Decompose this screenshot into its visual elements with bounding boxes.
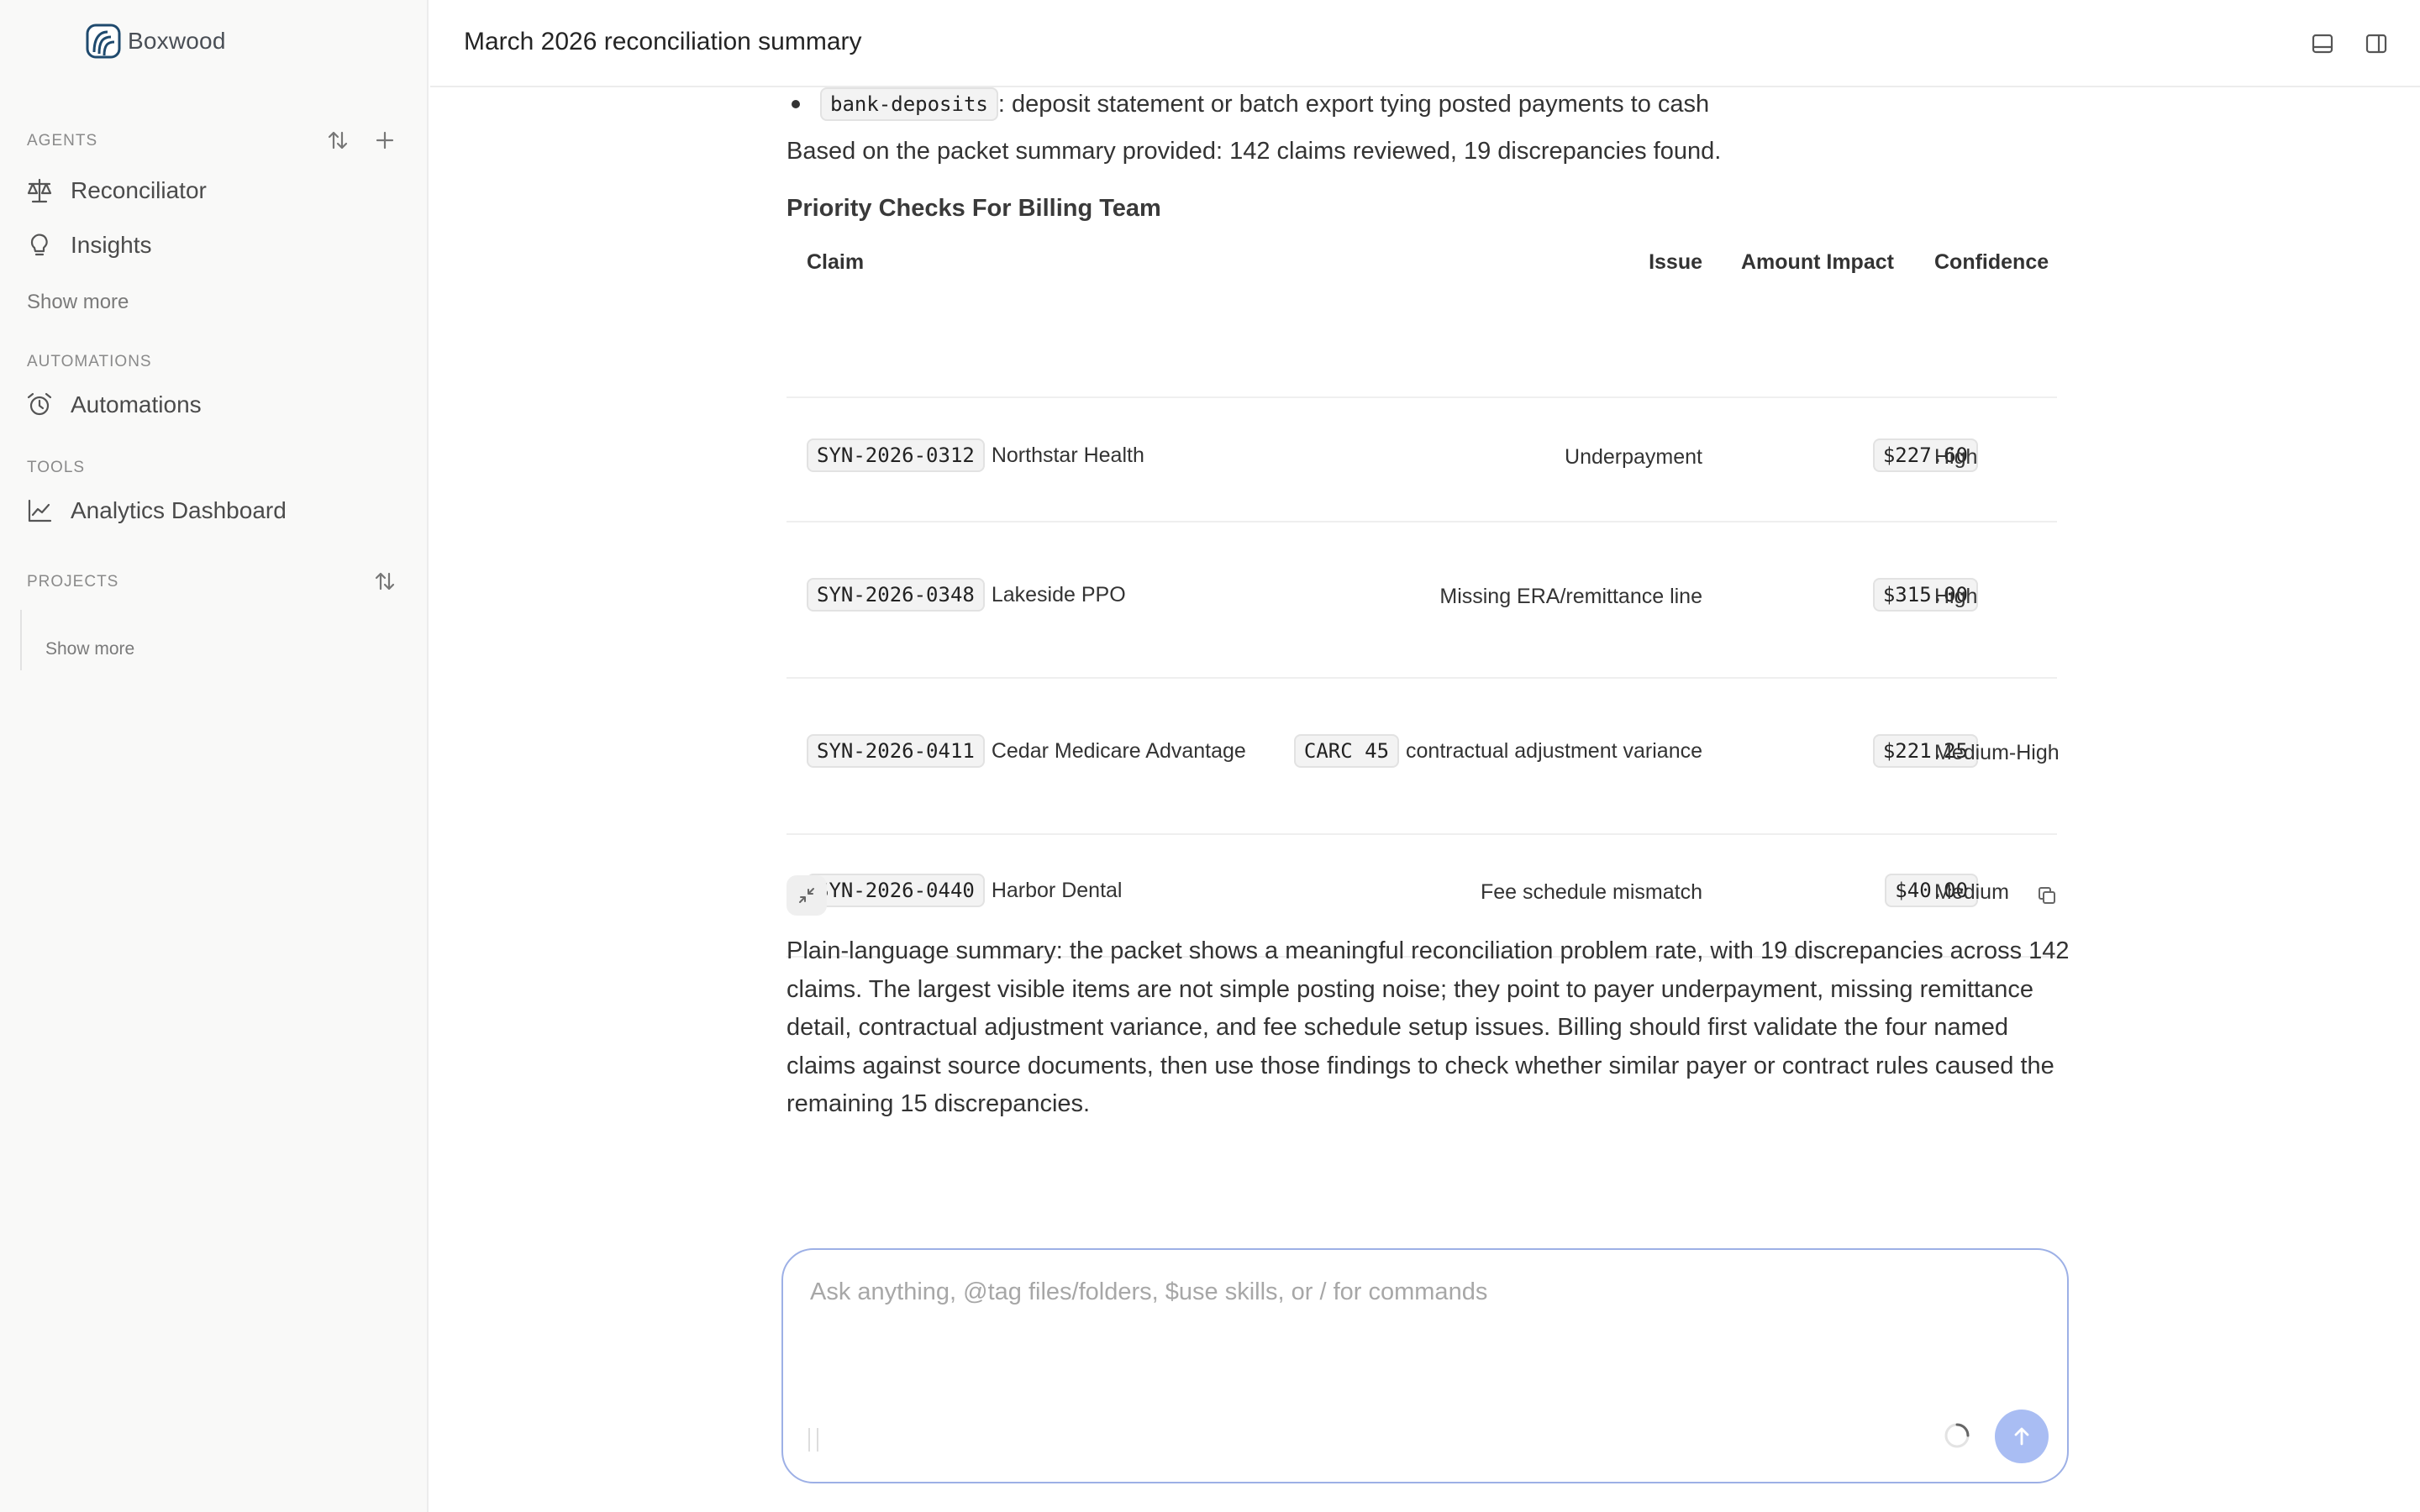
collapse-icon (799, 888, 814, 903)
inline-code: bank-deposits (820, 87, 998, 121)
boxwood-logo-icon (86, 24, 121, 59)
agents-show-more-link[interactable]: Show more (27, 291, 129, 314)
row-divider (786, 833, 2057, 835)
sort-agents-button[interactable] (324, 126, 352, 155)
issue-cell: Fee schedule mismatch (1375, 880, 1702, 905)
column-header-confidence: Confidence (1934, 250, 2049, 274)
sort-icon (375, 572, 395, 591)
row-divider (786, 677, 2057, 679)
list-item: bank-deposits : deposit statement or bat… (786, 87, 1709, 121)
claim-id: SYN-2026-0440 (807, 874, 985, 907)
sidebar-item-label: Analytics Dashboard (71, 497, 287, 523)
issue-code: CARC 45 (1293, 734, 1400, 768)
side-panel-icon (2365, 34, 2387, 54)
sidebar-item-label: Insights (71, 232, 152, 258)
page-title: March 2026 reconciliation summary (464, 28, 862, 55)
projects-tree-line (20, 610, 22, 670)
priority-table: Claim Issue Amount Impact Confidence SYN… (786, 244, 2064, 958)
app-name: Boxwood (128, 28, 226, 54)
issue-text: Fee schedule mismatch (1480, 880, 1702, 904)
collapse-table-button[interactable] (786, 875, 827, 916)
claim-cell: SYN-2026-0348 Lakeside PPO (807, 578, 1126, 612)
sidebar: Boxwood AGENTS Reconciliator Insights Sh… (0, 0, 429, 1512)
claim-cell: SYN-2026-0440 Harbor Dental (807, 874, 1122, 907)
payer-name: Cedar Medicare Advantage (991, 738, 1246, 763)
issue-text: Underpayment (1565, 445, 1702, 469)
list-item-text: : deposit statement or batch export tyin… (997, 90, 1710, 118)
sort-icon (328, 131, 348, 150)
add-agent-button[interactable] (371, 126, 399, 155)
sidebar-item-reconciliator[interactable]: Reconciliator (25, 176, 207, 205)
toggle-side-panel-button[interactable] (2361, 29, 2391, 59)
claim-id: SYN-2026-0312 (807, 438, 985, 472)
sidebar-item-label: Automations (71, 391, 202, 417)
copy-icon (2039, 887, 2055, 904)
confidence-cell: High (1934, 445, 1978, 469)
bullet-marker (792, 100, 800, 108)
payer-name: Harbor Dental (991, 878, 1123, 902)
composer (781, 1248, 2069, 1483)
sidebar-item-automations[interactable]: Automations (25, 391, 202, 419)
claim-cell: SYN-2026-0411 Cedar Medicare Advantage (807, 734, 1246, 768)
brand[interactable]: Boxwood (86, 24, 226, 59)
issue-cell: Missing ERA/remittance line (1375, 585, 1702, 609)
send-button[interactable] (1995, 1410, 2049, 1463)
plus-icon (376, 131, 394, 150)
sidebar-item-label: Reconciliator (71, 177, 207, 203)
column-header-claim: Claim (807, 250, 865, 274)
issue-text: contractual adjustment variance (1406, 738, 1702, 763)
arrow-up-icon (2014, 1427, 2029, 1446)
issue-text: Missing ERA/remittance line (1439, 585, 1702, 608)
payer-name: Lakeside PPO (991, 582, 1126, 606)
composer-input[interactable] (810, 1278, 2037, 1306)
agents-section-label: AGENTS (27, 132, 98, 150)
tools-section-label: TOOLS (27, 459, 86, 476)
section-heading: Priority Checks For Billing Team (786, 195, 1161, 222)
copy-table-button[interactable] (2033, 882, 2060, 909)
line-chart-icon (28, 499, 52, 522)
payer-name: Northstar Health (991, 443, 1144, 467)
sidebar-item-insights[interactable]: Insights (25, 231, 152, 260)
issue-cell: Underpayment (1375, 445, 1702, 470)
projects-section-label: PROJECTS (27, 573, 119, 591)
sort-projects-button[interactable] (371, 567, 399, 596)
claim-cell: SYN-2026-0312 Northstar Health (807, 438, 1144, 472)
alarm-clock-icon (27, 392, 52, 416)
automations-section-label: AUTOMATIONS (27, 353, 152, 370)
column-header-amount-impact: Amount Impact (1741, 250, 1894, 274)
sidebar-item-analytics-dashboard[interactable]: Analytics Dashboard (25, 496, 287, 525)
confidence-cell: High (1934, 585, 1978, 608)
column-header-issue: Issue (1649, 250, 1702, 274)
lightbulb-icon (30, 234, 48, 256)
confidence-cell: Medium-High (1934, 741, 2060, 764)
composer-toolbar[interactable] (808, 1428, 818, 1452)
toggle-bottom-panel-button[interactable] (2307, 29, 2338, 59)
header: March 2026 reconciliation summary (430, 0, 2420, 87)
row-divider (786, 521, 2057, 522)
scale-icon (27, 178, 52, 203)
row-divider (786, 396, 2057, 398)
projects-show-more-link[interactable]: Show more (45, 639, 134, 659)
claim-id: SYN-2026-0348 (807, 578, 985, 612)
bottom-panel-icon (2312, 34, 2333, 54)
loading-spinner-icon (1944, 1423, 1970, 1448)
packet-summary-text: Based on the packet summary provided: 14… (786, 138, 1722, 165)
issue-cell: CARC 45 contractual adjustment variance (1274, 734, 1702, 768)
plain-language-summary: Plain-language summary: the packet shows… (786, 937, 2070, 1117)
claim-id: SYN-2026-0411 (807, 734, 985, 768)
